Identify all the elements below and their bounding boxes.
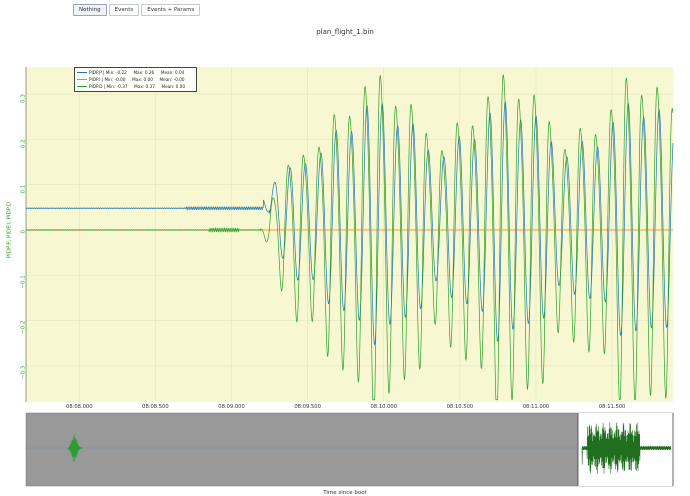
x-tick-label: 08:08.000 xyxy=(66,404,93,410)
y-tick-label: 0.3 xyxy=(21,94,27,103)
legend-swatch-p xyxy=(77,72,87,73)
legend-entry-pidp-i[interactable]: PIDP.I | Min: -0.00 Max: 0.00 Mean: -0.0… xyxy=(77,76,194,83)
legend-entry-pidp-d[interactable]: PIDP.D | Min: -0.37 Max: 0.37 Mean: 0.00 xyxy=(77,83,194,90)
legend-label-p: PIDP.P | Min: -0.22 Max: 0.26 Mean: 0.04 xyxy=(89,70,185,75)
x-tick-label: 08:08.500 xyxy=(142,404,169,410)
y-tick-label: −0.1 xyxy=(21,275,27,288)
y-tick-label: 0.2 xyxy=(21,139,27,148)
x-axis-label: Time since boot xyxy=(323,490,367,496)
legend-label-i: PIDP.I | Min: -0.00 Max: 0.00 Mean: -0.0… xyxy=(89,77,185,82)
legend-entry-pidp-p[interactable]: PIDP.P | Min: -0.22 Max: 0.26 Mean: 0.04 xyxy=(77,69,194,76)
range-navigator[interactable] xyxy=(25,412,674,487)
y-tick-label: −0.2 xyxy=(21,321,27,334)
x-tick-label: 08:09.500 xyxy=(294,404,321,410)
legend-label-d: PIDP.D | Min: -0.37 Max: 0.37 Mean: 0.00 xyxy=(89,84,186,89)
y-tick-label: 0 xyxy=(21,229,27,233)
legend-swatch-i xyxy=(77,79,87,80)
x-tick-label: 08:09.000 xyxy=(218,404,245,410)
x-tick-label: 08:10.500 xyxy=(447,404,474,410)
x-tick-label: 08:10.000 xyxy=(371,404,398,410)
x-tick-label: 08:11.500 xyxy=(599,404,626,410)
y-tick-label: 0.1 xyxy=(21,185,27,194)
y-tick-label: −0.3 xyxy=(21,365,27,379)
chart-legend[interactable]: PIDP.P | Min: -0.22 Max: 0.26 Mean: 0.04… xyxy=(74,67,197,92)
y-axis-label: PIDP.P, PIDP.I, PIDP.D xyxy=(4,202,14,258)
y-axis-label-text: PIDP.P, PIDP.I, PIDP.D xyxy=(6,201,13,259)
legend-swatch-d xyxy=(77,86,87,87)
x-tick-label: 08:11.000 xyxy=(523,404,550,410)
